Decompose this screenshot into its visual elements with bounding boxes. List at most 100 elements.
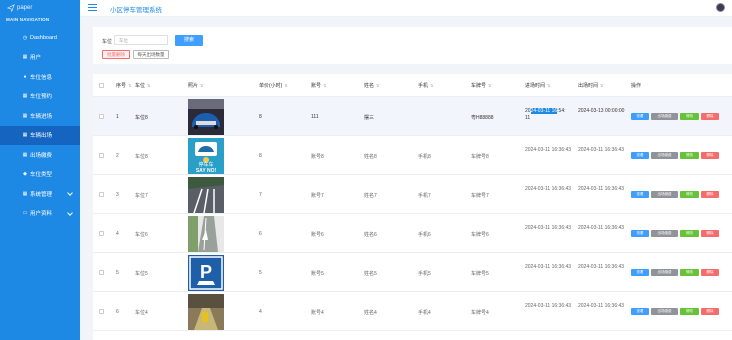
view-button[interactable]: 查看 — [631, 113, 649, 120]
sidebar-item-label: 用户 — [30, 55, 42, 62]
edit-button[interactable]: 修改 — [680, 308, 699, 315]
column-header[interactable]: 进场时间 ⇅ — [525, 82, 550, 89]
grid-icon: ▦ — [22, 112, 28, 119]
sidebar-item-vehicle-entry[interactable]: ▦ 车辆进场 — [0, 106, 80, 126]
avatar[interactable] — [716, 3, 725, 12]
car-photo[interactable]: P — [188, 254, 224, 291]
row-checkbox[interactable] — [99, 153, 104, 158]
sidebar-item-dashboard[interactable]: ◷ Dashboard — [0, 28, 80, 48]
filter-label: 车位 — [102, 39, 113, 45]
cell-out-time: 2024-03-11 16:36:43 — [578, 225, 625, 231]
table-row[interactable]: 5 车位5 5 账号5 姓名5 手机5 车牌号5 P 2024-03-11 16:36:43 20… — [93, 253, 732, 292]
edit-button[interactable]: 修改 — [680, 152, 699, 159]
sidebar-item-system[interactable]: ▦ 系统管理 — [0, 184, 80, 204]
exit-pay-button[interactable]: 出场缴费 — [651, 191, 678, 198]
main-content: 车位 车位 搜索 批量删除 每天出场数量 序号 ⇅ 车位 ⇅ 照片 ⇅ 单价(小时) ⇅… — [80, 17, 732, 340]
sidebar-item-profile[interactable]: ▭ 用户资料 — [0, 204, 80, 224]
delete-button[interactable]: 删除 — [701, 308, 719, 315]
column-header[interactable]: 单价(小时) ⇅ — [259, 82, 288, 89]
cell-space: 车位6 — [135, 232, 148, 238]
view-button[interactable]: 查看 — [631, 191, 649, 198]
sidebar-item-space-type[interactable]: ◆ 车位类型 — [0, 165, 80, 185]
car-photo[interactable]: 停车车 SAY NO! — [188, 137, 224, 174]
sidebar-item-exit-payment[interactable]: ▦ 出场缴费 — [0, 145, 80, 165]
chevron-down-icon — [67, 209, 73, 216]
delete-button[interactable]: 删除 — [701, 152, 719, 159]
cell-phone: 手机7 — [418, 193, 431, 199]
daily-exit-count-button[interactable]: 每天出场数量 — [133, 50, 169, 59]
exit-pay-button[interactable]: 出场缴费 — [651, 308, 678, 315]
column-header[interactable]: 车位 ⇅ — [135, 82, 150, 89]
delete-button[interactable]: 删除 — [701, 191, 719, 198]
car-photo[interactable] — [188, 98, 224, 135]
table-row[interactable]: 6 车位4 4 账号4 姓名4 手机4 车牌号4 2024-03-11 16:36:43 202… — [93, 292, 732, 331]
row-checkbox[interactable] — [99, 309, 104, 314]
nav-heading: MAIN NAVIGATION — [6, 17, 50, 22]
cell-out-time: 2024-03-11 16:36:43 — [578, 303, 625, 309]
table-row[interactable]: 2 车位8 8 账号8 姓名8 手机8 车牌号8 停车车 SAY NO! 2024-03-11 1… — [93, 136, 732, 175]
column-header[interactable]: 照片 ⇅ — [188, 82, 203, 89]
row-checkbox[interactable] — [99, 231, 104, 236]
edit-button[interactable]: 修改 — [680, 230, 699, 237]
grid-icon: ▦ — [22, 132, 28, 139]
table-row[interactable]: 4 车位6 6 账号6 姓名6 手机6 车牌号6 2024-03-11 16:36:43 202… — [93, 214, 732, 253]
exit-pay-button[interactable]: 出场缴费 — [651, 152, 678, 159]
cell-plate: 车牌号6 — [471, 232, 489, 238]
column-header[interactable]: 车牌号 ⇅ — [471, 82, 491, 89]
select-all-checkbox[interactable] — [99, 83, 104, 88]
car-photo[interactable] — [188, 176, 224, 213]
row-checkbox[interactable] — [99, 192, 104, 197]
column-header[interactable]: 姓名 ⇅ — [364, 82, 379, 89]
view-button[interactable]: 查看 — [631, 152, 649, 159]
car-photo[interactable] — [188, 293, 224, 330]
batch-delete-button[interactable]: 批量删除 — [102, 50, 130, 59]
exit-pay-button[interactable]: 出场缴费 — [651, 113, 678, 120]
edit-button[interactable]: 修改 — [680, 191, 699, 198]
menu-toggle-icon[interactable] — [88, 4, 97, 12]
sidebar-item-label: 车位类型 — [30, 172, 53, 179]
svg-text:停车车: 停车车 — [198, 161, 213, 168]
view-button[interactable]: 查看 — [631, 269, 649, 276]
cell-out-time: 2024-03-13 00:00:00 — [578, 108, 625, 114]
delete-button[interactable]: 删除 — [701, 230, 719, 237]
row-actions: 查看 出场缴费 修改 删除 — [631, 191, 719, 198]
edit-button[interactable]: 修改 — [680, 269, 699, 276]
exit-pay-button[interactable]: 出场缴费 — [651, 269, 678, 276]
column-header[interactable]: 出场时间 ⇅ — [578, 82, 603, 89]
search-button[interactable]: 搜索 — [175, 35, 203, 46]
cell-price: 6 — [259, 231, 262, 237]
cell-no: 6 — [116, 309, 119, 315]
grid-icon: ▦ — [22, 54, 28, 61]
row-checkbox[interactable] — [99, 114, 104, 119]
space-search-input[interactable]: 车位 — [114, 35, 168, 45]
delete-button[interactable]: 删除 — [701, 269, 719, 276]
delete-button[interactable]: 删除 — [701, 113, 719, 120]
edit-button[interactable]: 修改 — [680, 113, 699, 120]
column-header[interactable]: 账号 ⇅ — [311, 82, 326, 89]
car-photo[interactable] — [188, 215, 224, 252]
sidebar-item-users[interactable]: ▦ 用户 — [0, 48, 80, 68]
exit-pay-button[interactable]: 出场缴费 — [651, 230, 678, 237]
view-button[interactable]: 查看 — [631, 230, 649, 237]
row-checkbox[interactable] — [99, 270, 104, 275]
sidebar-item-vehicle-exit[interactable]: ▦ 车辆出场 — [0, 125, 80, 145]
cell-out-time: 2024-03-11 16:36:43 — [578, 264, 625, 270]
sidebar-item-reservation[interactable]: ▦ 车位预约 — [0, 87, 80, 107]
column-header[interactable]: 序号 ⇅ — [116, 82, 131, 89]
folder-icon: ▭ — [22, 210, 28, 217]
cell-price: 8 — [259, 153, 262, 159]
table-row[interactable]: 3 车位7 7 账号7 姓名7 手机7 车牌号7 2024-03-11 16:36:43 202… — [93, 175, 732, 214]
view-button[interactable]: 查看 — [631, 308, 649, 315]
cell-account: 账号5 — [311, 271, 324, 277]
cell-plate: 粤H88888 — [471, 115, 494, 121]
table-row[interactable]: 1 车位8 8 111 摆三 粤H88888 2024-03-11 16:54: 11 2024… — [93, 97, 732, 136]
cell-name: 姓名5 — [364, 271, 377, 277]
cell-phone: 手机4 — [418, 310, 431, 316]
exit-table: 序号 ⇅ 车位 ⇅ 照片 ⇅ 单价(小时) ⇅ 账号 ⇅ 姓名 ⇅ 手机 ⇅ 车牌号 ⇅ 进场时… — [93, 74, 732, 340]
cell-space: 车位5 — [135, 271, 148, 277]
column-header[interactable]: 手机 ⇅ — [418, 82, 433, 89]
cell-no: 4 — [116, 231, 119, 237]
cell-name: 姓名4 — [364, 310, 377, 316]
cell-account: 111 — [311, 114, 319, 120]
sidebar-item-parking-info[interactable]: ● 车位信息 — [0, 67, 80, 87]
